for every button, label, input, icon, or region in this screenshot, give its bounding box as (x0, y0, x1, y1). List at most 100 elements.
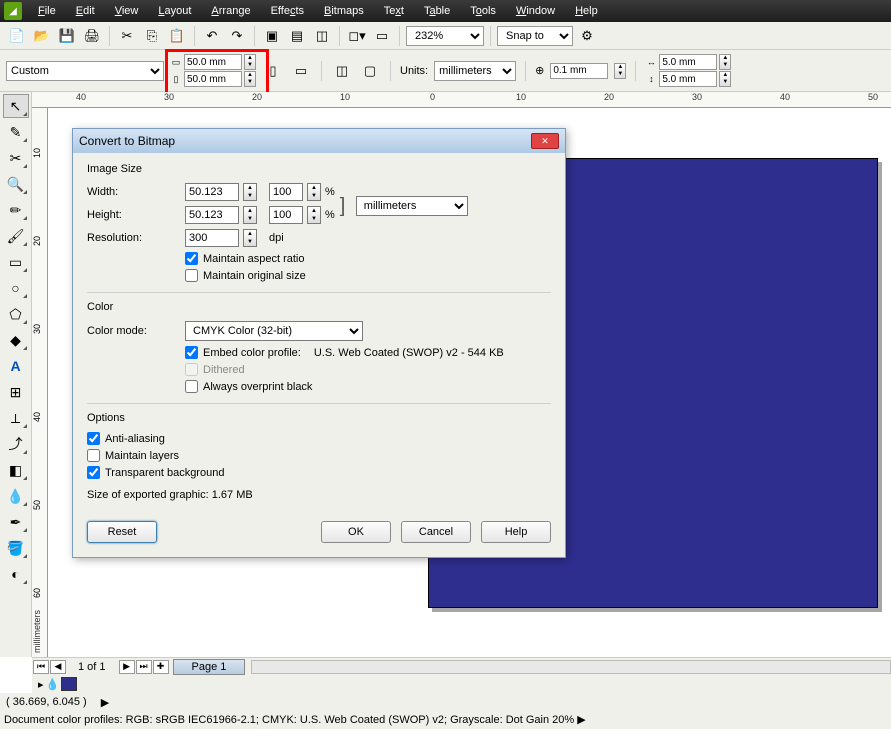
menu-layout[interactable]: Layout (148, 0, 201, 22)
first-page-button[interactable]: ⏮ (33, 660, 49, 674)
reset-button[interactable]: Reset (87, 521, 157, 543)
menu-view[interactable]: View (105, 0, 149, 22)
height-percent-input[interactable] (269, 206, 303, 224)
maintain-original-checkbox[interactable] (185, 269, 198, 282)
spinner[interactable]: ▲▼ (244, 71, 256, 87)
menu-arrange[interactable]: Arrange (201, 0, 260, 22)
menu-file[interactable]: File (28, 0, 66, 22)
menu-tools[interactable]: Tools (460, 0, 506, 22)
fill-swatch[interactable] (61, 677, 77, 691)
page-height-input[interactable] (184, 71, 242, 87)
portrait-button[interactable]: ▯ (262, 60, 284, 82)
paper-size-select[interactable]: Custom (6, 61, 164, 81)
spinner[interactable]: ▲▼ (614, 63, 626, 79)
spinner[interactable]: ▲▼ (244, 54, 256, 70)
snap-select[interactable]: Snap to (497, 26, 573, 46)
next-info-icon[interactable]: ▶ (101, 696, 109, 709)
anti-aliasing-checkbox[interactable] (87, 432, 100, 445)
maintain-layers-checkbox[interactable] (87, 449, 100, 462)
dup-x-input[interactable] (659, 54, 717, 70)
menu-help[interactable]: Help (565, 0, 608, 22)
open-button[interactable]: 📂 (31, 25, 53, 47)
import-button[interactable]: ▣ (261, 25, 283, 47)
app-launcher-button[interactable]: ◻▾ (346, 25, 368, 47)
publish-button[interactable]: ◫ (311, 25, 333, 47)
spinner[interactable]: ▲▼ (719, 54, 731, 70)
spinner[interactable]: ▲▼ (719, 71, 731, 87)
play-icon[interactable]: ▸ (38, 678, 44, 691)
rectangle-tool[interactable]: ▭ (3, 250, 29, 274)
shape-tool[interactable]: ✎ (3, 120, 29, 144)
width-percent-input[interactable] (269, 183, 303, 201)
table-tool[interactable]: ⊞ (3, 380, 29, 404)
dimension-tool[interactable]: ⟂ (3, 406, 29, 430)
interactive-tool[interactable]: ◧ (3, 458, 29, 482)
menu-edit[interactable]: Edit (66, 0, 105, 22)
add-page-button[interactable]: ✚ (153, 660, 169, 674)
welcome-button[interactable]: ▭ (371, 25, 393, 47)
eyedropper-tool[interactable]: 💧 (3, 484, 29, 508)
redo-button[interactable]: ↷ (226, 25, 248, 47)
height-percent-spinner[interactable]: ▲▼ (307, 206, 321, 224)
zoom-select[interactable]: 232% (406, 26, 484, 46)
colormode-select[interactable]: CMYK Color (32-bit) (185, 321, 363, 341)
export-button[interactable]: ▤ (286, 25, 308, 47)
menu-text[interactable]: Text (374, 0, 414, 22)
horizontal-scrollbar[interactable] (251, 660, 891, 674)
help-button[interactable]: Help (481, 521, 551, 543)
freehand-tool[interactable]: ✏ (3, 198, 29, 222)
eyedropper-icon[interactable]: 💧 (46, 678, 60, 691)
basic-shapes-tool[interactable]: ◆ (3, 328, 29, 352)
cut-button[interactable]: ✂ (116, 25, 138, 47)
next-info-icon[interactable]: ▶ (577, 714, 585, 726)
menu-effects[interactable]: Effects (261, 0, 314, 22)
resolution-input[interactable] (185, 229, 239, 247)
page-width-input[interactable] (184, 54, 242, 70)
polygon-tool[interactable]: ⬠ (3, 302, 29, 326)
menu-window[interactable]: Window (506, 0, 565, 22)
height-input[interactable] (185, 206, 239, 224)
vertical-ruler[interactable]: 10 20 30 40 50 60 (32, 108, 48, 657)
units-select[interactable]: millimeters (356, 196, 468, 216)
overprint-checkbox[interactable] (185, 380, 198, 393)
paste-button[interactable]: 📋 (166, 25, 188, 47)
last-page-button[interactable]: ⏭ (136, 660, 152, 674)
all-pages-button[interactable]: ◫ (331, 60, 353, 82)
page-tab[interactable]: Page 1 (173, 659, 246, 675)
horizontal-ruler[interactable]: 40 30 20 10 0 10 20 30 40 50 (32, 92, 891, 108)
fill-tool[interactable]: 🪣 (3, 536, 29, 560)
close-button[interactable]: ✕ (531, 133, 559, 149)
embed-profile-checkbox[interactable] (185, 346, 198, 359)
next-page-button[interactable]: ▶ (119, 660, 135, 674)
menu-table[interactable]: Table (414, 0, 460, 22)
prev-page-button[interactable]: ◀ (50, 660, 66, 674)
width-input[interactable] (185, 183, 239, 201)
text-tool[interactable]: A (3, 354, 29, 378)
transparent-bg-checkbox[interactable] (87, 466, 100, 479)
landscape-button[interactable]: ▭ (290, 60, 312, 82)
dup-y-input[interactable] (659, 71, 717, 87)
interactive-fill-tool[interactable]: ◐ (3, 562, 29, 586)
save-button[interactable]: 💾 (56, 25, 78, 47)
undo-button[interactable]: ↶ (201, 25, 223, 47)
resolution-spinner[interactable]: ▲▼ (243, 229, 257, 247)
width-percent-spinner[interactable]: ▲▼ (307, 183, 321, 201)
nudge-input[interactable] (550, 63, 608, 79)
smart-fill-tool[interactable]: 🖌 (3, 224, 29, 248)
current-page-button[interactable]: ▢ (359, 60, 381, 82)
height-spinner[interactable]: ▲▼ (243, 206, 257, 224)
ellipse-tool[interactable]: ○ (3, 276, 29, 300)
cancel-button[interactable]: Cancel (401, 521, 471, 543)
dialog-titlebar[interactable]: Convert to Bitmap ✕ (73, 129, 565, 153)
menu-bitmaps[interactable]: Bitmaps (314, 0, 374, 22)
zoom-tool[interactable]: 🔍 (3, 172, 29, 196)
pick-tool[interactable]: ↖ (3, 94, 29, 118)
connector-tool[interactable]: ⤴ (3, 432, 29, 456)
options-button[interactable]: ⚙ (576, 25, 598, 47)
print-button[interactable]: 🖨 (81, 25, 103, 47)
new-button[interactable]: 📄 (6, 25, 28, 47)
crop-tool[interactable]: ✂ (3, 146, 29, 170)
units-select[interactable]: millimeters (434, 61, 516, 81)
ok-button[interactable]: OK (321, 521, 391, 543)
copy-button[interactable]: ⎘ (141, 25, 163, 47)
